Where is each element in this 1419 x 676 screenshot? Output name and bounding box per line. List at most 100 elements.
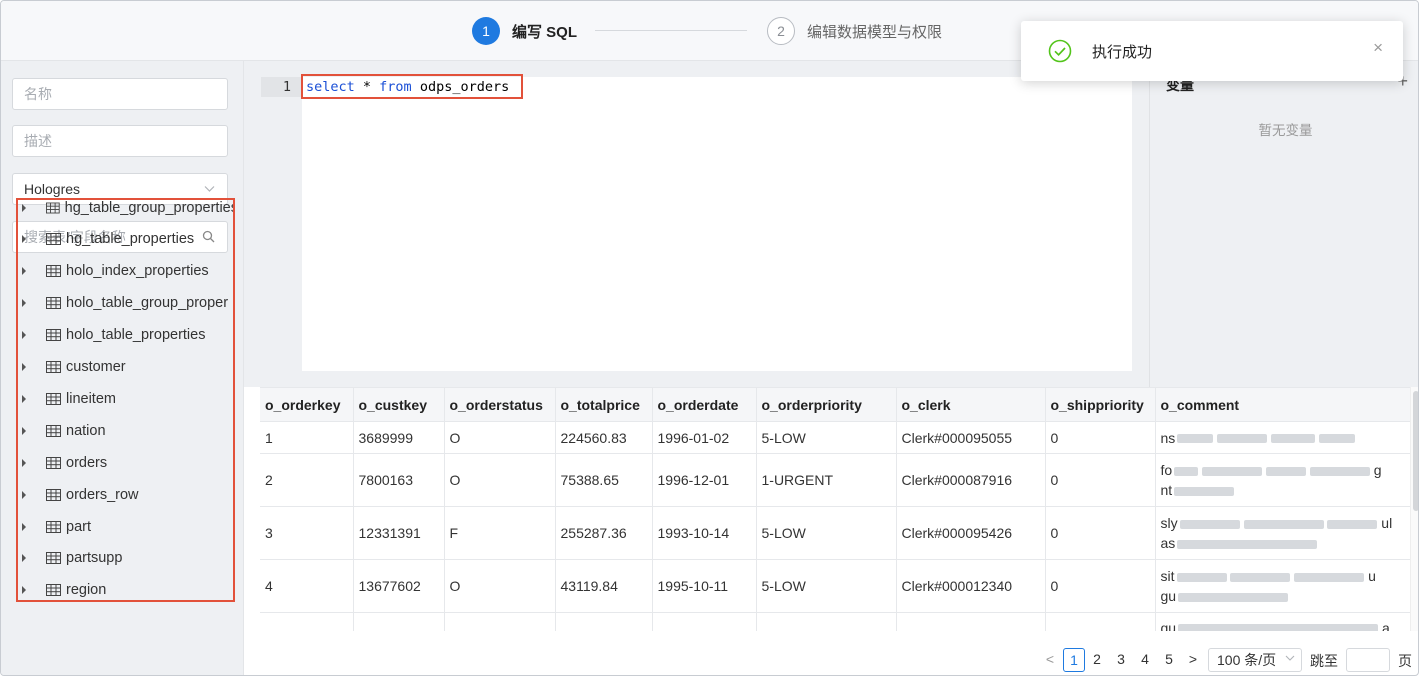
- tree-item-nation[interactable]: nation: [18, 416, 233, 446]
- sql-editor[interactable]: 1 select * from odps_orders: [261, 74, 1132, 371]
- column-header[interactable]: o_orderdate: [652, 387, 757, 422]
- redacted-text: [1202, 466, 1263, 476]
- chevron-down-icon: [1285, 649, 1295, 671]
- table-row: 2 7800163 O 75388.65 1996-12-01 1-URGENT…: [260, 453, 1410, 507]
- table-cell: 5-LOW: [756, 559, 897, 613]
- page-size-select[interactable]: 100 条/页: [1208, 648, 1302, 672]
- step-write-sql[interactable]: 1 编写 SQL: [472, 17, 577, 45]
- step-edit-model[interactable]: 2 编辑数据模型与权限: [767, 17, 942, 45]
- column-header[interactable]: o_orderpriority: [756, 387, 897, 422]
- caret-right-icon[interactable]: [22, 299, 26, 307]
- table-cell: O: [444, 559, 556, 613]
- page-size-value: 100 条/页: [1217, 652, 1277, 668]
- column-header[interactable]: o_clerk: [896, 387, 1046, 422]
- comment-text: sly: [1160, 515, 1178, 531]
- table-icon: [46, 202, 60, 214]
- tree-item-part[interactable]: part: [18, 512, 233, 542]
- step-number: 2: [767, 17, 795, 45]
- table-cell: Clerk#000095055: [896, 421, 1046, 454]
- tree-item-label: partsupp: [66, 550, 123, 566]
- tree-item-orders[interactable]: orders: [18, 448, 233, 478]
- tree-item-orders-row[interactable]: orders_row: [18, 480, 233, 510]
- column-header[interactable]: o_totalprice: [555, 387, 653, 422]
- results-scrollbar[interactable]: [1410, 387, 1418, 631]
- table-cell: 5-LOW: [756, 506, 897, 560]
- table-cell: 13677602: [353, 559, 445, 613]
- tree-item-partsupp[interactable]: partsupp: [18, 543, 233, 573]
- tree-item-label: customer: [66, 359, 126, 375]
- table-cell: 4: [260, 559, 354, 613]
- table-cell: Clerk#000012340: [896, 559, 1046, 613]
- column-header[interactable]: o_shippriority: [1045, 387, 1156, 422]
- caret-right-icon[interactable]: [22, 427, 26, 435]
- prev-page-button[interactable]: <: [1042, 648, 1058, 672]
- comment-text: sit: [1160, 568, 1175, 584]
- caret-right-icon[interactable]: [22, 395, 26, 403]
- name-input[interactable]: 名称: [12, 78, 228, 110]
- tree-item-holo-index-properties[interactable]: holo_index_properties: [18, 256, 233, 286]
- table-icon: [46, 457, 61, 469]
- caret-right-icon[interactable]: [22, 363, 26, 371]
- table-icon: [46, 329, 61, 341]
- tree-item-label: hg_table_group_properties: [64, 200, 235, 216]
- caret-right-icon[interactable]: [22, 523, 26, 531]
- tree-item-label: region: [66, 582, 107, 598]
- page-button-3[interactable]: 3: [1113, 648, 1129, 672]
- caret-right-icon[interactable]: [22, 459, 26, 467]
- column-header[interactable]: o_custkey: [353, 387, 445, 422]
- table-cell: 224560.83: [555, 421, 653, 454]
- page-button-2[interactable]: 2: [1089, 648, 1105, 672]
- table-icon: [46, 425, 61, 437]
- tree-item-label: orders: [66, 455, 108, 471]
- engine-value: Hologres: [24, 181, 81, 197]
- table-cell: 2: [260, 453, 354, 507]
- table-cell: 1-URGENT: [756, 453, 897, 507]
- table-cell: Clerk#000095426: [896, 506, 1046, 560]
- name-placeholder: 名称: [24, 86, 52, 102]
- tree-item-hg-table-properties[interactable]: hg_table_properties: [18, 224, 233, 254]
- page-button-4[interactable]: 4: [1137, 648, 1153, 672]
- caret-right-icon[interactable]: [22, 491, 26, 499]
- tree-item-hg-table-group-properties[interactable]: hg_table_group_properties: [18, 200, 235, 223]
- column-header[interactable]: o_orderstatus: [444, 387, 556, 422]
- caret-right-icon[interactable]: [22, 586, 26, 594]
- tree-item-region[interactable]: region: [18, 575, 233, 600]
- description-input[interactable]: 描述: [12, 125, 228, 157]
- caret-right-icon[interactable]: [22, 204, 26, 212]
- page-button-1[interactable]: 1: [1063, 648, 1085, 672]
- comment-cell: fo g nt: [1155, 453, 1410, 507]
- redacted-text: [1294, 572, 1365, 582]
- redacted-text: [1177, 434, 1214, 444]
- table-cell: 0: [1045, 506, 1156, 560]
- redacted-text: [1309, 466, 1370, 476]
- page-button-5[interactable]: 5: [1161, 648, 1177, 672]
- table-icon: [46, 489, 61, 501]
- step-connector: [595, 30, 747, 31]
- tree-item-label: holo_table_properties: [66, 327, 206, 343]
- next-page-button[interactable]: >: [1185, 648, 1201, 672]
- scrollbar-thumb[interactable]: [1413, 391, 1418, 511]
- tree-item-holo-table-group-proper[interactable]: holo_table_group_proper: [18, 288, 233, 318]
- redacted-text: [1243, 519, 1324, 529]
- table-row: 1 3689999 O 224560.83 1996-01-02 5-LOW C…: [260, 421, 1410, 454]
- toast-message: 执行成功: [1092, 44, 1153, 61]
- step-label: 编辑数据模型与权限: [807, 23, 943, 41]
- caret-right-icon[interactable]: [22, 331, 26, 339]
- redacted-text: [1178, 624, 1379, 631]
- variables-empty-text: 暂无变量: [1258, 123, 1313, 138]
- caret-right-icon[interactable]: [22, 235, 26, 243]
- table-cell: 1996-01-02: [652, 421, 757, 454]
- close-icon[interactable]: ×: [1373, 38, 1383, 58]
- column-header[interactable]: o_orderkey: [260, 387, 354, 422]
- caret-right-icon[interactable]: [22, 554, 26, 562]
- caret-right-icon[interactable]: [22, 267, 26, 275]
- column-header[interactable]: o_comment: [1155, 387, 1410, 422]
- redacted-text: [1174, 466, 1199, 476]
- tree-item-lineitem[interactable]: lineitem: [18, 384, 233, 414]
- jump-to-page-input[interactable]: [1346, 648, 1390, 672]
- tree-item-customer[interactable]: customer: [18, 352, 233, 382]
- editor-gutter: [261, 77, 302, 371]
- table-cell: 7800163: [353, 453, 445, 507]
- table-cell: [353, 612, 445, 631]
- tree-item-holo-table-properties[interactable]: holo_table_properties: [18, 320, 233, 350]
